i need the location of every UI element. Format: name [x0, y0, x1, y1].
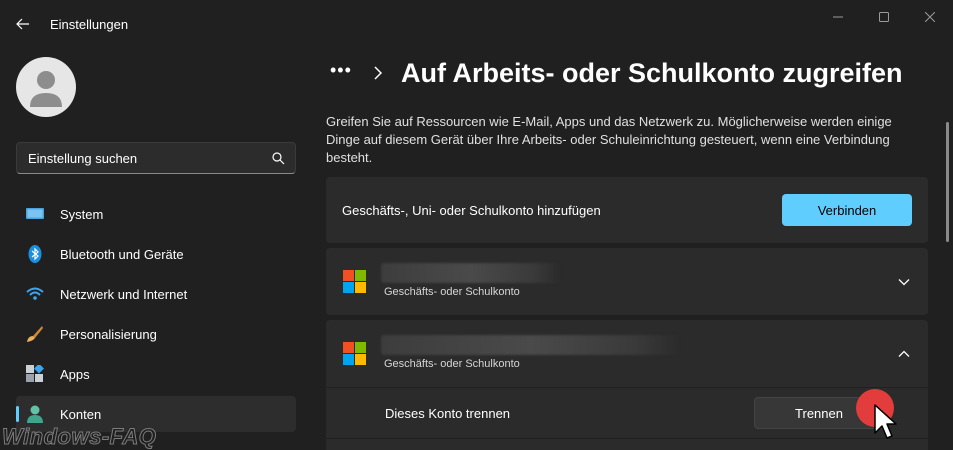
maximize-button[interactable]: [861, 4, 907, 30]
brush-icon: [27, 326, 43, 342]
next-row: [326, 439, 928, 450]
arrow-left-icon: [16, 18, 29, 30]
sidebar-item-label: Personalisierung: [60, 327, 157, 342]
chevron-up-icon[interactable]: [897, 347, 911, 361]
scrollbar-thumb[interactable]: [946, 122, 949, 242]
sidebar-item-label: Bluetooth und Geräte: [60, 247, 184, 262]
microsoft-logo-icon: [343, 342, 366, 365]
search-box[interactable]: Einstellung suchen: [16, 142, 296, 174]
blurred-account-name: [381, 335, 681, 355]
wifi-icon: [26, 287, 44, 300]
breadcrumb-more-button[interactable]: •••: [330, 60, 352, 81]
sidebar-item-bluetooth[interactable]: Bluetooth und Geräte: [16, 236, 296, 272]
user-silhouette-icon: [30, 71, 62, 107]
chevron-right-icon: [374, 66, 383, 80]
search-input[interactable]: Einstellung suchen: [28, 151, 137, 166]
sidebar-item-label: Netzwerk und Internet: [60, 287, 188, 302]
monitor-icon: [26, 208, 44, 219]
sidebar-item-label: Konten: [60, 407, 102, 422]
apps-icon: [26, 365, 44, 382]
sidebar-item-system[interactable]: System: [16, 196, 296, 232]
connect-button[interactable]: Verbinden: [782, 194, 912, 226]
bluetooth-icon: [28, 245, 42, 263]
blurred-account-name: [381, 263, 561, 283]
person-icon: [27, 405, 43, 423]
page-title: Auf Arbeits- oder Schulkonto zugreifen: [401, 58, 903, 88]
sidebar-item-personalization[interactable]: Personalisierung: [16, 316, 296, 352]
account-card[interactable]: Geschäfts- oder Schulkonto: [326, 248, 928, 315]
watermark: Windows-FAQ: [1, 424, 157, 450]
add-account-card: Geschäfts-, Uni- oder Schulkonto hinzufü…: [326, 177, 928, 243]
chevron-down-icon[interactable]: [897, 275, 911, 289]
account-type-label: Geschäfts- oder Schulkonto: [384, 286, 520, 298]
disconnect-row: Dieses Konto trennen Trennen: [326, 388, 928, 438]
close-icon: [925, 12, 935, 22]
disconnect-label: Dieses Konto trennen: [385, 406, 511, 421]
close-button[interactable]: [907, 4, 953, 30]
maximize-icon: [879, 12, 889, 22]
mouse-cursor-icon: [874, 404, 897, 439]
sidebar-item-apps[interactable]: Apps: [16, 356, 296, 392]
page-description: Greifen Sie auf Ressourcen wie E-Mail, A…: [326, 114, 892, 165]
search-icon[interactable]: [271, 151, 285, 165]
avatar[interactable]: [16, 57, 76, 117]
account-card-expanded[interactable]: Geschäfts- oder Schulkonto: [326, 320, 928, 387]
minimize-button[interactable]: [815, 4, 861, 30]
account-type-label: Geschäfts- oder Schulkonto: [384, 358, 520, 370]
app-title: Einstellungen: [50, 17, 129, 32]
sidebar-item-label: Apps: [60, 367, 90, 382]
back-button[interactable]: [10, 12, 36, 36]
selection-indicator: [16, 406, 19, 422]
sidebar-item-network[interactable]: Netzwerk und Internet: [16, 276, 296, 312]
title-bar: Einstellungen: [0, 0, 953, 48]
sidebar-item-label: System: [60, 207, 104, 222]
microsoft-logo-icon: [343, 270, 366, 293]
add-account-label: Geschäfts-, Uni- oder Schulkonto hinzufü…: [342, 203, 601, 218]
minimize-icon: [833, 16, 843, 18]
